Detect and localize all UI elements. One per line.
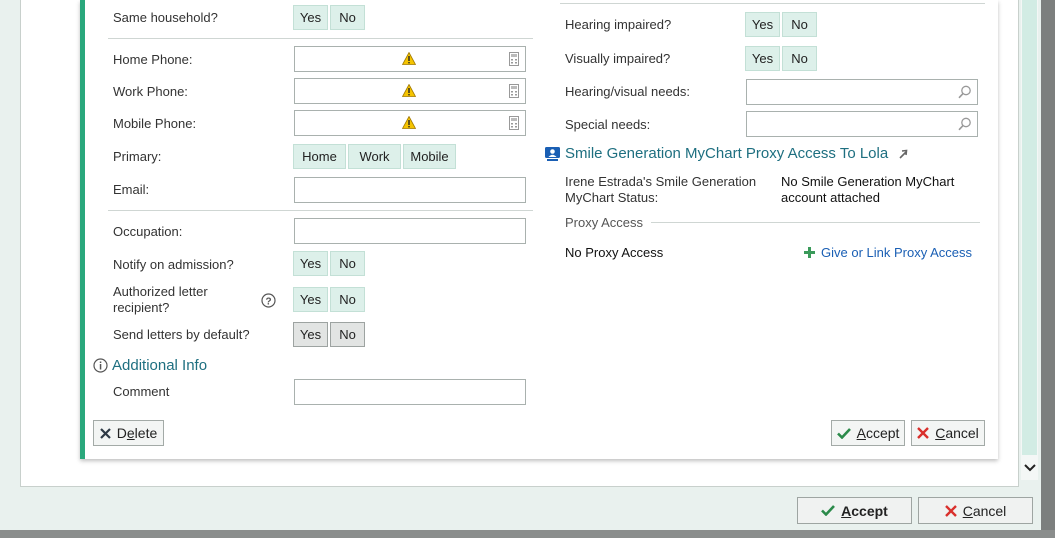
plus-icon xyxy=(804,247,815,258)
proxy-access-value: No Proxy Access xyxy=(565,245,664,260)
authorized-letter-label-line1: Authorized letter xyxy=(113,284,208,299)
hearing-impaired-yes[interactable]: Yes xyxy=(745,12,780,37)
calculator-icon[interactable] xyxy=(509,116,519,130)
special-needs-field[interactable] xyxy=(746,111,978,137)
additional-info-title: Additional Info xyxy=(112,357,208,374)
dialog-cancel-button[interactable]: Cancel xyxy=(911,420,985,446)
calculator-icon[interactable] xyxy=(509,84,519,98)
checkmark-icon xyxy=(836,427,851,439)
send-letters-label: Send letters by default? xyxy=(113,327,250,342)
notify-admission-no[interactable]: No xyxy=(330,251,365,276)
divider xyxy=(560,3,985,4)
send-letters-toggle: Yes No xyxy=(293,322,365,347)
checkmark-icon xyxy=(821,505,836,516)
primary-home-option[interactable]: Home xyxy=(293,144,346,169)
proxy-access-heading: Proxy Access xyxy=(565,215,644,230)
work-phone-label: Work Phone: xyxy=(113,84,188,99)
same-household-no[interactable]: No xyxy=(330,5,365,30)
delete-x-icon xyxy=(99,427,111,439)
send-letters-yes[interactable]: Yes xyxy=(293,322,328,347)
mychart-status-label-line2: MyChart Status: xyxy=(565,190,659,205)
authorized-letter-label-line2: recipient? xyxy=(113,300,170,315)
email-field[interactable] xyxy=(294,177,526,203)
additional-info-heading[interactable]: Additional Info xyxy=(93,357,207,374)
email-label: Email: xyxy=(113,182,150,197)
footer-accept-button[interactable]: Accept xyxy=(797,497,912,524)
give-link-proxy-access-label: Give or Link Proxy Access xyxy=(821,245,972,260)
search-icon[interactable] xyxy=(958,85,972,99)
authorized-letter-yes[interactable]: Yes xyxy=(293,287,328,312)
footer-accept-label: Accept xyxy=(841,502,888,519)
mychart-status-value-line2: account attached xyxy=(781,190,881,205)
same-household-toggle: Yes No xyxy=(293,5,365,30)
search-icon[interactable] xyxy=(958,117,972,131)
mobile-phone-label: Mobile Phone: xyxy=(113,116,197,131)
delete-button[interactable]: Delete xyxy=(93,420,164,446)
visually-impaired-toggle: Yes No xyxy=(745,46,817,71)
mychart-proxy-heading[interactable]: Smile Generation MyChart Proxy Access To… xyxy=(544,145,908,162)
hearing-visual-needs-field[interactable] xyxy=(746,79,978,105)
same-household-label: Same household? xyxy=(113,10,218,25)
warning-icon xyxy=(402,84,416,97)
contact-edit-dialog: Same household? Yes No Home Phone: Work … xyxy=(80,0,998,459)
warning-icon xyxy=(402,52,416,65)
give-link-proxy-access-link[interactable]: Give or Link Proxy Access xyxy=(804,245,972,260)
authorized-letter-no[interactable]: No xyxy=(330,287,365,312)
occupation-field[interactable] xyxy=(294,218,526,244)
visually-impaired-no[interactable]: No xyxy=(782,46,817,71)
send-letters-no[interactable]: No xyxy=(330,322,365,347)
mychart-status-value-line1: No Smile Generation MyChart xyxy=(781,174,955,189)
info-icon xyxy=(93,358,108,373)
primary-work-option[interactable]: Work xyxy=(348,144,401,169)
hearing-impaired-toggle: Yes No xyxy=(745,12,817,37)
mychart-icon xyxy=(545,146,560,161)
chevron-down-icon xyxy=(1023,464,1036,472)
special-needs-label: Special needs: xyxy=(565,117,651,132)
home-phone-label: Home Phone: xyxy=(113,52,193,67)
mychart-status-label-line1: Irene Estrada's Smile Generation xyxy=(565,174,757,189)
authorized-letter-toggle: Yes No xyxy=(293,287,365,312)
occupation-label: Occupation: xyxy=(113,224,183,239)
divider xyxy=(108,38,533,39)
hearing-impaired-label: Hearing impaired? xyxy=(565,17,672,32)
home-phone-field[interactable] xyxy=(294,46,526,72)
window-edge-bottom xyxy=(0,530,1055,538)
hearing-impaired-no[interactable]: No xyxy=(782,12,817,37)
external-link-icon[interactable] xyxy=(898,149,908,159)
mobile-phone-field[interactable] xyxy=(294,110,526,136)
divider xyxy=(108,210,533,211)
notify-admission-toggle: Yes No xyxy=(293,251,365,276)
primary-phone-toggle: Home Work Mobile xyxy=(293,144,456,169)
svg-text:?: ? xyxy=(265,297,271,308)
notify-admission-label: Notify on admission? xyxy=(113,257,234,272)
scroll-down-arrow[interactable] xyxy=(1021,458,1038,478)
window-edge-right xyxy=(1041,0,1055,538)
footer-cancel-button[interactable]: Cancel xyxy=(918,497,1033,524)
work-phone-field[interactable] xyxy=(294,78,526,104)
notify-admission-yes[interactable]: Yes xyxy=(293,251,328,276)
mychart-proxy-title: Smile Generation MyChart Proxy Access To… xyxy=(565,145,889,162)
primary-mobile-option[interactable]: Mobile xyxy=(403,144,456,169)
primary-label: Primary: xyxy=(113,149,162,164)
comment-label: Comment xyxy=(113,384,170,399)
visually-impaired-label: Visually impaired? xyxy=(565,51,671,66)
calculator-icon[interactable] xyxy=(509,52,519,66)
cancel-x-icon xyxy=(944,504,957,517)
delete-button-label: Delete xyxy=(116,425,158,441)
comment-field[interactable] xyxy=(294,379,526,405)
scrollbar-thumb[interactable] xyxy=(1022,0,1037,455)
help-icon[interactable]: ? xyxy=(261,293,276,308)
dialog-cancel-label: Cancel xyxy=(935,425,979,441)
warning-icon xyxy=(402,116,416,129)
divider xyxy=(651,222,980,223)
dialog-accept-label: Accept xyxy=(856,425,900,441)
same-household-yes[interactable]: Yes xyxy=(293,5,328,30)
cancel-x-icon xyxy=(917,427,930,439)
hearing-visual-needs-label: Hearing/visual needs: xyxy=(565,84,691,99)
footer-cancel-label: Cancel xyxy=(962,502,1007,519)
visually-impaired-yes[interactable]: Yes xyxy=(745,46,780,71)
dialog-accept-button[interactable]: Accept xyxy=(831,420,905,446)
